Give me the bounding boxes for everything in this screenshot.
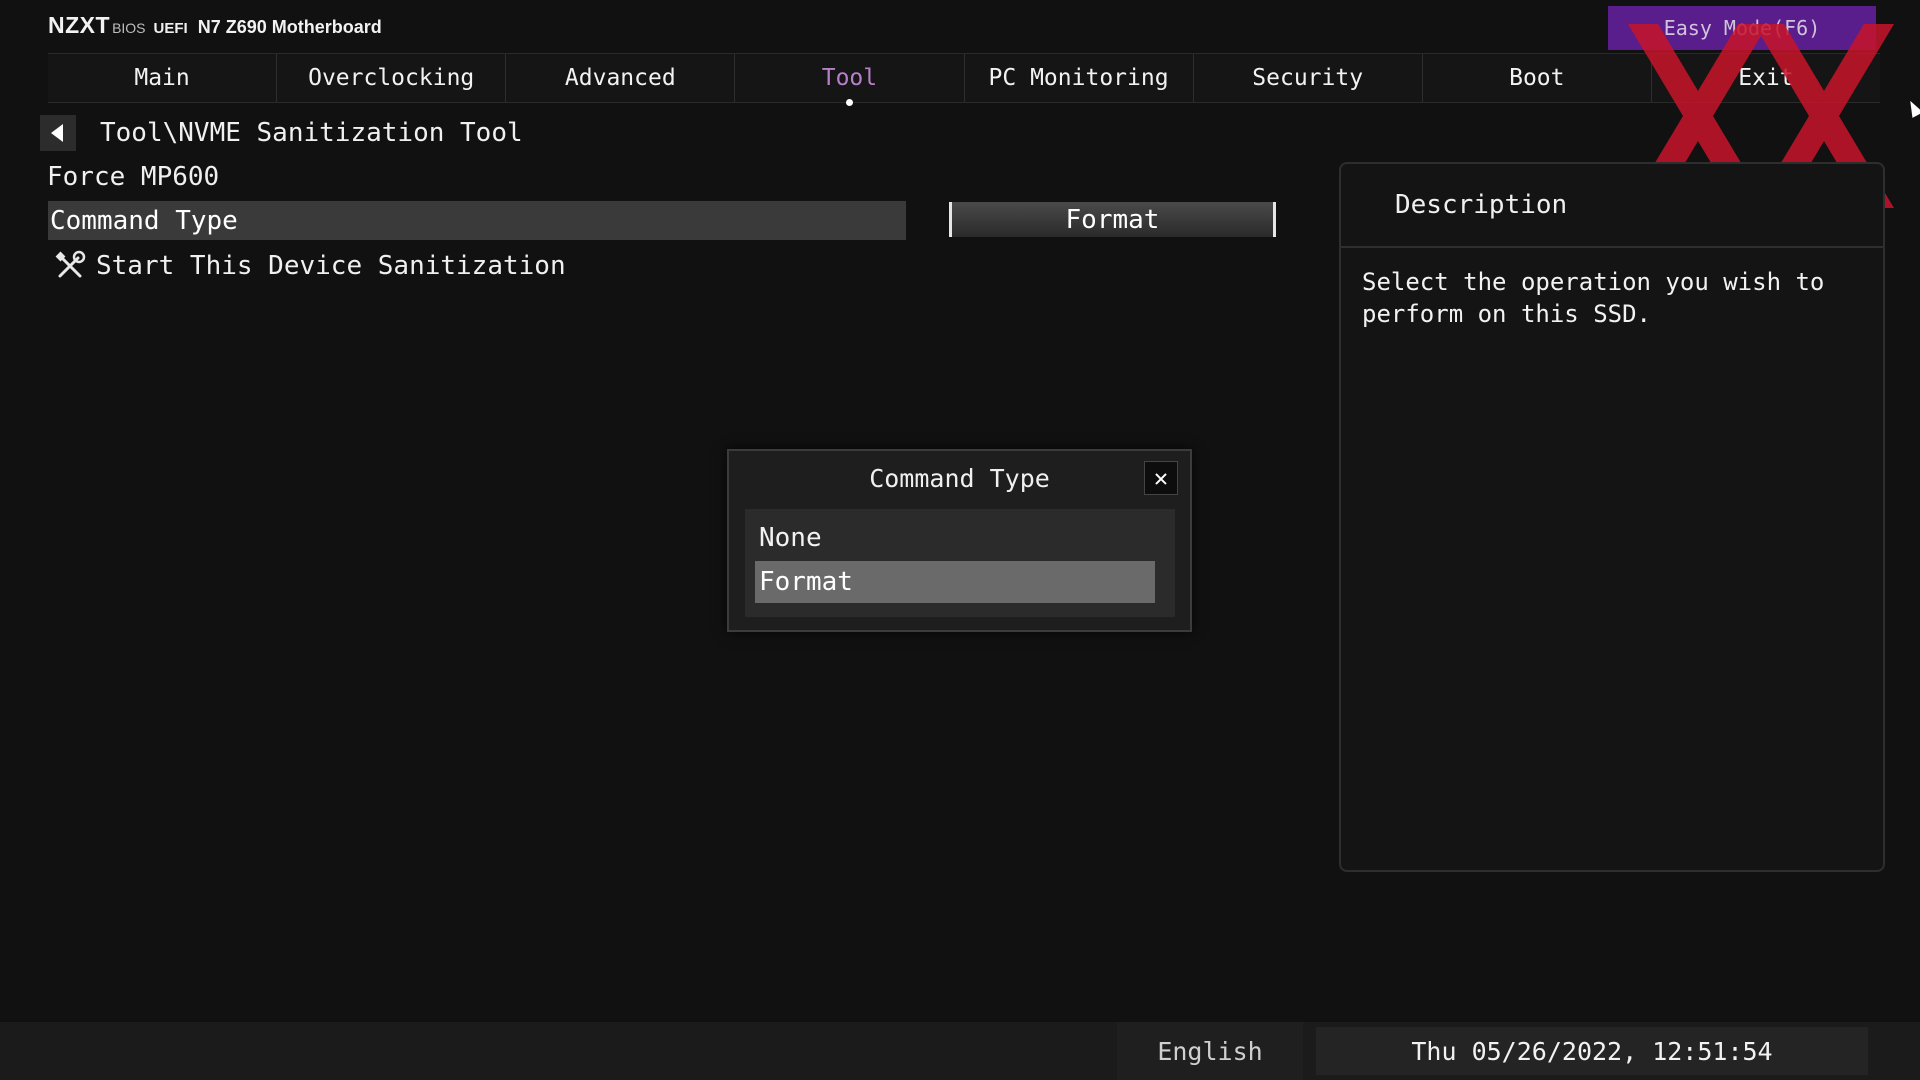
mouse-cursor-icon — [1904, 98, 1920, 118]
tab-exit[interactable]: Exit — [1650, 54, 1880, 102]
tab-overclocking[interactable]: Overclocking — [276, 54, 505, 102]
main-tab-bar: Main Overclocking Advanced Tool PC Monit… — [48, 53, 1880, 106]
breadcrumb: Tool\NVME Sanitization Tool — [40, 114, 523, 152]
close-icon[interactable]: ✕ — [1144, 461, 1178, 495]
tab-security[interactable]: Security — [1192, 54, 1422, 102]
motherboard-model: N7 Z690 Motherboard — [197, 17, 382, 37]
date-time-display: Thu 05/26/2022, 12:51:54 — [1316, 1027, 1868, 1075]
tab-boot[interactable]: Boot — [1421, 54, 1651, 102]
description-title: Description — [1341, 164, 1883, 248]
description-text: Select the operation you wish to perform… — [1362, 268, 1825, 328]
command-type-dialog: Command Type ✕ None Format — [727, 449, 1192, 632]
wrench-screwdriver-icon — [55, 250, 86, 278]
brand-header: NZXT BIOS UEFI N7 Z690 Motherboard — [48, 12, 382, 40]
tab-advanced[interactable]: Advanced — [505, 54, 734, 102]
bios-label: BIOS — [112, 20, 146, 36]
dialog-title: Command Type — [869, 463, 1050, 493]
command-type-select[interactable]: Format — [949, 202, 1276, 237]
tab-pc-monitoring[interactable]: PC Monitoring — [963, 54, 1193, 102]
option-none[interactable]: None — [755, 517, 1155, 559]
command-type-row[interactable]: Command Type — [48, 201, 906, 240]
tab-tool[interactable]: Tool — [734, 54, 963, 106]
breadcrumb-path: Tool\NVME Sanitization Tool — [100, 118, 523, 148]
start-sanitization-item[interactable]: Start This Device Sanitization — [54, 248, 566, 284]
option-list: None Format — [745, 509, 1175, 617]
easy-mode-button[interactable]: Easy Mode(F6) — [1608, 6, 1876, 50]
uefi-label: UEFI — [153, 20, 188, 37]
back-button[interactable] — [40, 115, 76, 151]
command-type-label: Command Type — [50, 205, 238, 236]
option-format[interactable]: Format — [755, 561, 1155, 603]
arrow-left-icon — [50, 124, 63, 142]
device-name: Force MP600 — [47, 162, 220, 192]
language-selector[interactable]: English — [1117, 1022, 1303, 1080]
start-sanitization-label: Start This Device Sanitization — [96, 251, 566, 281]
nzxt-logo: NZXT — [48, 12, 111, 38]
tab-main[interactable]: Main — [48, 54, 276, 102]
description-panel: Description Select the operation you wis… — [1339, 162, 1885, 872]
